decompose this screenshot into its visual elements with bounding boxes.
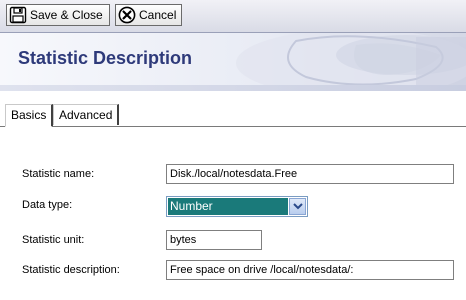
data-type-selected-value: Number [168, 198, 288, 215]
statistic-name-label: Statistic name: [22, 168, 95, 180]
page-title: Statistic Description [18, 48, 193, 68]
statistic-name-field[interactable]: Disk./local/notesdata.Free [166, 164, 454, 184]
statistic-unit-field[interactable]: bytes [166, 230, 262, 250]
statistic-description-field[interactable]: Free space on drive /local/notesdata/: [166, 260, 454, 280]
save-and-close-label: Save & Close [30, 8, 103, 22]
tab-strip: Basics Advanced [0, 102, 466, 127]
page-header: Statistic Description [0, 33, 466, 91]
toolbar: Save & Close Cancel [0, 0, 466, 33]
data-type-label: Data type: [22, 199, 73, 211]
statistic-unit-label: Statistic unit: [22, 234, 85, 246]
cancel-label: Cancel [139, 8, 177, 22]
save-and-close-button[interactable]: Save & Close [6, 4, 110, 26]
floppy-disk-icon [9, 6, 27, 24]
header-decoration [236, 33, 466, 91]
x-circle-icon [118, 6, 136, 24]
chevron-down-icon[interactable] [289, 198, 306, 215]
data-type-select[interactable]: Number [166, 196, 308, 217]
tab-basics[interactable]: Basics [5, 104, 53, 127]
cancel-button[interactable]: Cancel [115, 4, 182, 26]
tab-advanced[interactable]: Advanced [53, 104, 119, 125]
statistic-description-label: Statistic description: [22, 264, 120, 276]
header-divider [0, 85, 466, 91]
